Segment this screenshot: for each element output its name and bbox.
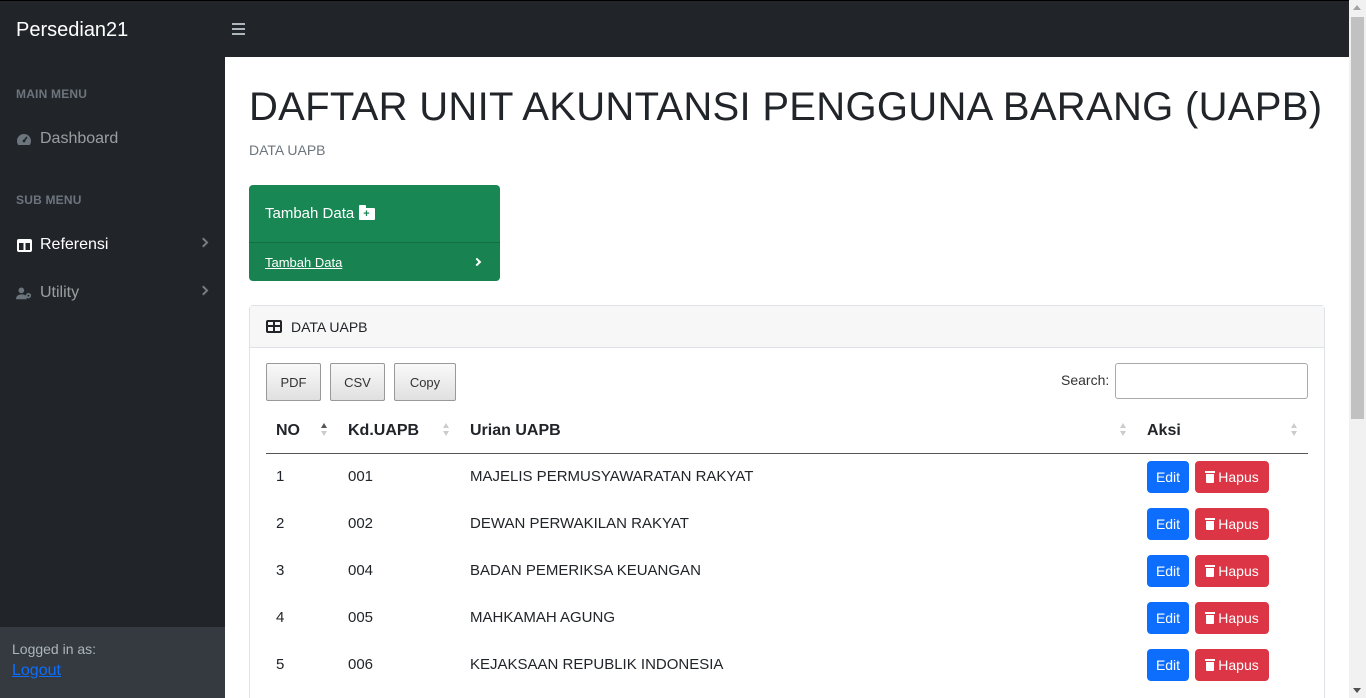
user-cog-icon	[16, 285, 32, 301]
sort-asc-icon	[320, 423, 328, 437]
sidebar-item-utility[interactable]: Utility	[0, 273, 225, 313]
cell-aksi: Edit Hapus	[1137, 547, 1308, 594]
tachometer-icon	[16, 131, 32, 147]
table-header-row: NO Kd.UAPB Urian UAPB Aksi	[266, 409, 1308, 454]
uapb-table: NO Kd.UAPB Urian UAPB Aksi 1 001 MAJELIS P…	[266, 409, 1308, 688]
sidebar-item-referensi[interactable]: Referensi	[0, 225, 225, 265]
delete-label: Hapus	[1218, 562, 1259, 579]
column-header-no[interactable]: NO	[266, 409, 338, 454]
search-label: Search:	[1061, 372, 1110, 388]
sidebar-toggle-icon[interactable]	[232, 20, 248, 36]
main-content: DAFTAR UNIT AKUNTANSI PENGGUNA BARANG (U…	[225, 57, 1349, 698]
cell-no: 1	[276, 468, 285, 486]
data-table-card: DATA UAPB PDF CSV Copy Search: NO Kd.UAP…	[249, 305, 1325, 698]
delete-label: Hapus	[1218, 609, 1259, 626]
edit-button[interactable]: Edit	[1147, 601, 1189, 634]
add-data-card: Tambah Data + Tambah Data	[249, 185, 500, 281]
scroll-thumb[interactable]	[1351, 17, 1364, 419]
data-card-title: DATA UAPB	[291, 318, 368, 335]
columns-icon	[16, 237, 32, 253]
cell-kode: 006	[348, 656, 374, 673]
column-header-uraian[interactable]: Urian UAPB	[460, 409, 1137, 454]
copy-button[interactable]: Copy	[394, 363, 456, 401]
sort-icon	[442, 423, 450, 437]
breadcrumb: DATA UAPB	[249, 142, 326, 158]
delete-label: Hapus	[1218, 656, 1259, 673]
cell-no: 2	[276, 515, 285, 532]
sidebar-footer: Logged in as: Logout	[0, 627, 225, 698]
logged-in-label: Logged in as:	[12, 641, 97, 657]
cell-kode: 001	[348, 468, 374, 486]
top-navbar: Persedian21	[0, 0, 1349, 57]
cell-no: 5	[276, 656, 285, 673]
delete-label: Hapus	[1218, 515, 1259, 532]
cell-kode: 005	[348, 609, 374, 626]
trash-icon	[1205, 470, 1216, 483]
chevron-right-icon[interactable]	[472, 257, 482, 267]
sort-icon	[1119, 423, 1127, 437]
column-header-kode[interactable]: Kd.UAPB	[338, 409, 460, 454]
add-data-card-footer: Tambah Data	[249, 242, 500, 281]
add-data-card-body: Tambah Data +	[249, 185, 500, 242]
cell-no: 3	[276, 562, 285, 579]
logout-link[interactable]: Logout	[12, 662, 213, 680]
delete-button[interactable]: Hapus	[1195, 507, 1269, 540]
delete-button[interactable]: Hapus	[1195, 648, 1269, 681]
pdf-export-button[interactable]: PDF	[266, 363, 321, 401]
cell-aksi: Edit Hapus	[1137, 453, 1308, 500]
table-row: 4 005 MAHKAMAH AGUNG Edit Hapus	[266, 594, 1308, 641]
table-icon	[266, 320, 282, 333]
data-card-header: DATA UAPB	[250, 306, 1324, 348]
add-data-title: Tambah Data	[265, 205, 355, 222]
page-title: DAFTAR UNIT AKUNTANSI PENGGUNA BARANG (U…	[249, 85, 1323, 129]
edit-button[interactable]: Edit	[1147, 507, 1189, 540]
column-header-aksi[interactable]: Aksi	[1137, 409, 1308, 454]
sidebar-item-label: Referensi	[40, 236, 109, 253]
trash-icon	[1205, 564, 1216, 577]
sub-menu-heading: SUB MENU	[16, 193, 82, 207]
trash-icon	[1205, 611, 1216, 624]
sort-icon	[1290, 423, 1298, 437]
table-row: 2 002 DEWAN PERWAKILAN RAKYAT Edit Hapus	[266, 500, 1308, 547]
table-row: 3 004 BADAN PEMERIKSA KEUANGAN Edit Hapus	[266, 547, 1308, 594]
cell-uraian: KEJAKSAAN REPUBLIK INDONESIA	[470, 656, 724, 673]
search-input[interactable]	[1115, 363, 1308, 399]
edit-button[interactable]: Edit	[1147, 460, 1189, 493]
table-row: 1 001 MAJELIS PERMUSYAWARATAN RAKYAT Edit Ha…	[266, 453, 1308, 500]
edit-button[interactable]: Edit	[1147, 554, 1189, 587]
sidebar: MAIN MENU Dashboard SUB MENU Referensi U…	[0, 57, 225, 698]
delete-button[interactable]: Hapus	[1195, 460, 1269, 493]
sidebar-item-label: Utility	[40, 284, 80, 301]
cell-kode: 002	[348, 515, 374, 532]
sidebar-item-dashboard[interactable]: Dashboard	[0, 119, 225, 159]
cell-no: 4	[276, 609, 285, 626]
scroll-down-icon[interactable]	[1353, 688, 1361, 693]
delete-label: Hapus	[1218, 468, 1259, 485]
chevron-right-icon	[198, 237, 209, 248]
cell-kode: 004	[348, 562, 374, 579]
cell-uraian: MAHKAMAH AGUNG	[470, 609, 616, 626]
cell-aksi: Edit Hapus	[1137, 594, 1308, 641]
cell-aksi: Edit Hapus	[1137, 500, 1308, 547]
cell-aksi: Edit Hapus	[1137, 641, 1308, 688]
csv-export-button[interactable]: CSV	[330, 363, 385, 401]
scroll-up-icon[interactable]	[1353, 5, 1361, 10]
cell-uraian: BADAN PEMERIKSA KEUANGAN	[470, 562, 701, 579]
main-menu-heading: MAIN MENU	[16, 87, 88, 101]
delete-button[interactable]: Hapus	[1195, 554, 1269, 587]
chevron-right-icon	[198, 285, 209, 296]
cell-uraian: DEWAN PERWAKILAN RAKYAT	[470, 515, 689, 532]
sidebar-item-label: Dashboard	[40, 130, 119, 147]
table-row: 5 006 KEJAKSAAN REPUBLIK INDONESIA Edit Hapu…	[266, 641, 1308, 688]
trash-icon	[1205, 658, 1216, 671]
brand-name[interactable]: Persedian21	[16, 19, 128, 42]
delete-button[interactable]: Hapus	[1195, 601, 1269, 634]
table-body: 1 001 MAJELIS PERMUSYAWARATAN RAKYAT Edit Ha…	[266, 453, 1308, 688]
cell-uraian: MAJELIS PERMUSYAWARATAN RAKYAT	[470, 468, 754, 486]
folder-plus-icon: +	[359, 204, 376, 220]
edit-button[interactable]: Edit	[1147, 648, 1189, 681]
add-data-link[interactable]: Tambah Data	[265, 255, 342, 270]
trash-icon	[1205, 517, 1216, 530]
page-scrollbar[interactable]	[1349, 0, 1366, 698]
